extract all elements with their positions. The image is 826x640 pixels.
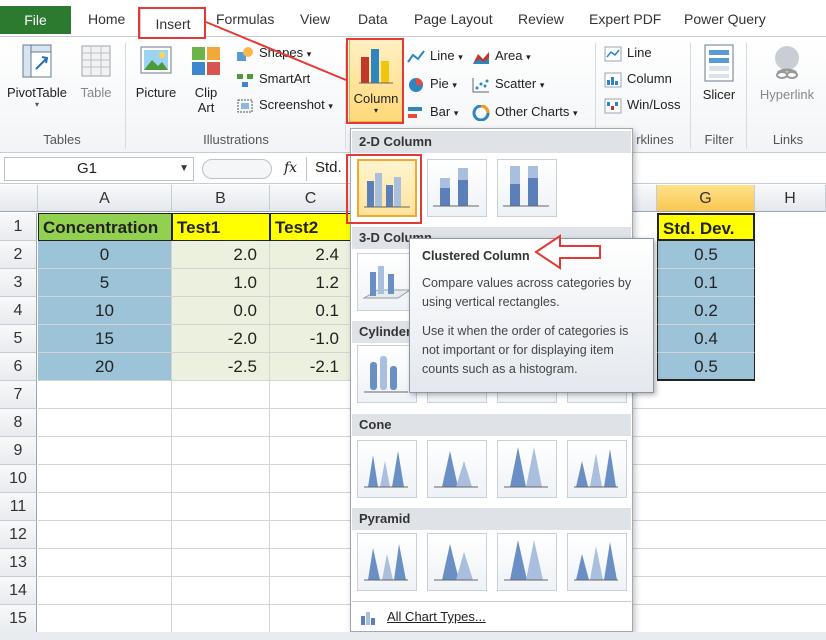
sheet-tabs-bar	[0, 632, 826, 640]
annotation-arrows	[205, 21, 601, 270]
excel-window: File Home Insert Formulas View Data Page…	[0, 0, 826, 640]
